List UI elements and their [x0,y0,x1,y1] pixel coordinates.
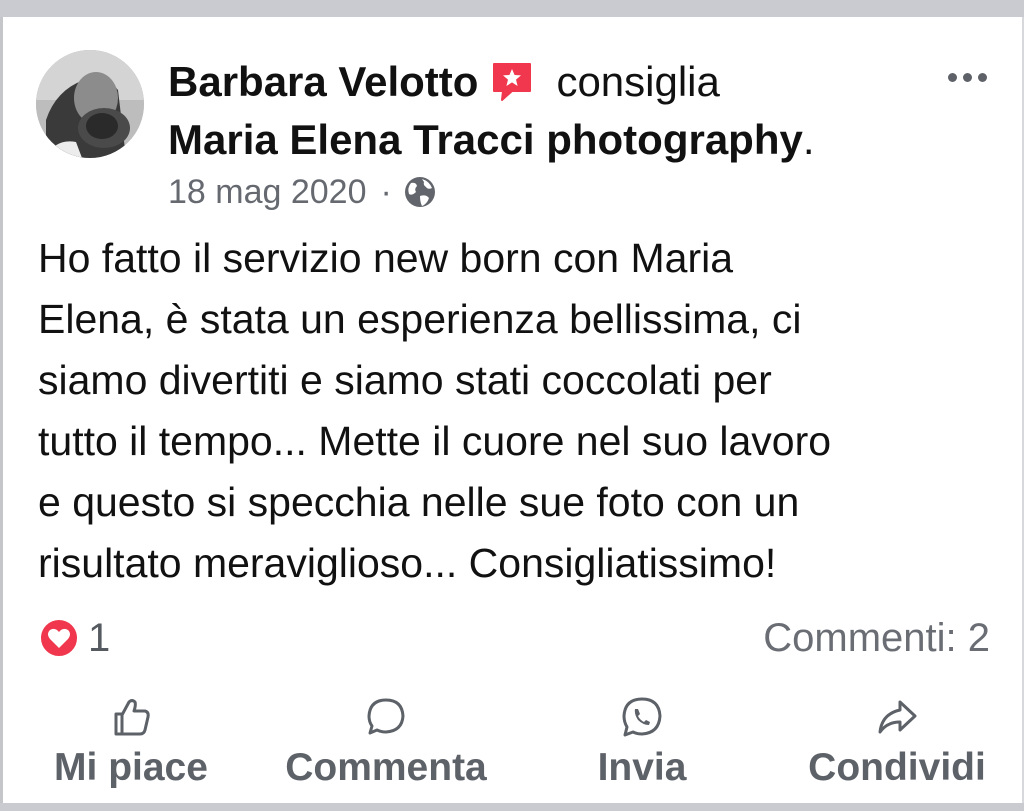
action-verb: consiglia [556,58,720,105]
share-arrow-icon [878,700,917,734]
whatsapp-icon [622,697,662,737]
action-bar: Mi piace Commenta Invia Condividi [0,694,1024,794]
author-name[interactable]: Barbara Velotto [168,58,478,106]
avatar-photo [36,50,144,158]
avatar[interactable] [36,50,144,158]
meta-separator: · [380,172,392,211]
recommended-page-line: Maria Elena Tracci photography. [168,114,815,166]
post-text-line: Ho fatto il servizio new born con Maria [38,235,734,281]
post-text-line: siamo divertiti e siamo stati coccolati … [38,357,772,403]
top-frame-bar [0,0,1024,17]
bottom-frame-bar [0,803,1024,811]
share-label: Condividi [808,746,986,789]
send-button[interactable]: Invia [586,694,698,794]
post-date[interactable]: 18 mag 2020 [168,173,367,212]
post-text-line: e questo si specchia nelle sue foto con … [38,479,800,525]
recommend-star-icon [490,60,534,104]
like-label: Mi piace [54,746,208,789]
page-name-link[interactable]: Maria Elena Tracci photography [168,116,803,164]
comment-button[interactable]: Commenta [270,694,502,794]
page-name-period: . [802,116,815,163]
like-button[interactable]: Mi piace [46,694,216,794]
post-text-line: tutto il tempo... Mette il cuore nel suo… [38,418,832,464]
post-text-line: Elena, è stata un esperienza bellissima,… [38,296,802,342]
more-options-icon[interactable] [940,62,994,92]
post-text-line: risultato meraviglioso... Consigliatissi… [38,540,777,586]
comment-bubble-icon [367,698,405,735]
love-reaction-icon [38,617,80,659]
share-button[interactable]: Condividi [798,694,996,794]
reaction-count: 1 [88,615,111,660]
comment-label: Commenta [285,746,487,789]
globe-icon [402,174,438,210]
post-header-line: Barbara Velotto consiglia [168,56,720,108]
post-body: Ho fatto il servizio new born con Maria … [38,228,1008,594]
send-label: Invia [597,746,687,789]
thumbs-up-icon [114,699,150,736]
post-meta: 18 mag 2020 · [168,170,438,214]
reaction-summary[interactable]: 1 [38,612,110,664]
left-frame-edge [0,17,3,803]
comments-count-link[interactable]: Commenti: 2 [763,612,990,664]
